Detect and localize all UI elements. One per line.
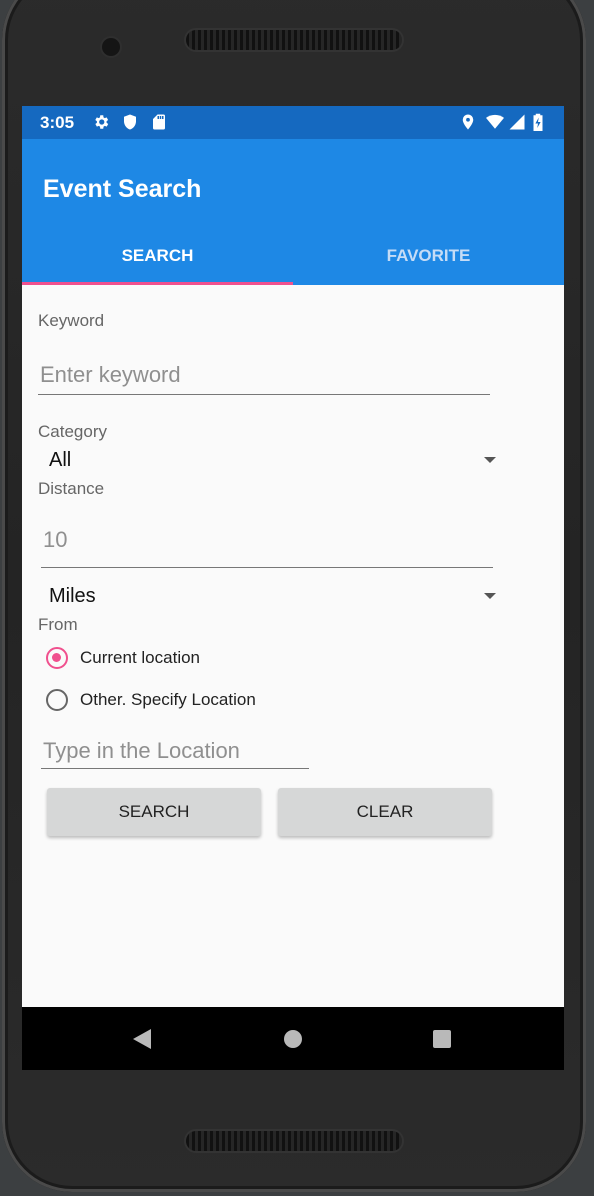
- keyword-label: Keyword: [38, 311, 105, 330]
- tab-favorite-label: FAVORITE: [386, 246, 471, 265]
- battery-charging-icon: [533, 113, 543, 131]
- category-value: All: [49, 449, 72, 471]
- settings-icon: [95, 115, 109, 129]
- app-title: Event Search: [43, 175, 202, 203]
- earpiece-speaker: [186, 30, 402, 50]
- app-bar: Event Search SEARCH FAVORITE: [22, 139, 564, 285]
- chevron-down-icon: [484, 457, 496, 463]
- distance-unit-spinner[interactable]: Miles: [38, 580, 498, 610]
- tab-favorite[interactable]: FAVORITE: [293, 243, 564, 285]
- radio-other-location-label: Other. Specify Location: [80, 690, 256, 709]
- radio-current-location[interactable]: Current location: [46, 647, 286, 677]
- status-bar: 3:05: [22, 106, 564, 139]
- tab-search[interactable]: SEARCH: [22, 243, 293, 285]
- distance-unit-value: Miles: [49, 585, 96, 607]
- chevron-down-icon: [484, 593, 496, 599]
- home-icon[interactable]: [284, 1030, 302, 1048]
- distance-input[interactable]: [41, 527, 493, 568]
- back-icon[interactable]: [133, 1029, 151, 1049]
- clear-button[interactable]: CLEAR: [278, 788, 492, 836]
- radio-current-location-label: Current location: [80, 648, 201, 667]
- distance-label: Distance: [38, 479, 105, 498]
- keyword-input[interactable]: [38, 362, 490, 395]
- cell-signal-icon: [509, 114, 525, 130]
- radio-button-unchecked[interactable]: [46, 689, 68, 711]
- wifi-icon: [486, 114, 504, 129]
- recent-apps-icon[interactable]: [433, 1030, 451, 1048]
- sd-card-icon: [153, 114, 165, 130]
- bottom-speaker: [186, 1131, 402, 1151]
- search-button[interactable]: SEARCH: [47, 788, 261, 836]
- navigation-bar: [22, 1007, 564, 1070]
- category-spinner[interactable]: All: [38, 444, 498, 474]
- shield-icon: [124, 114, 136, 130]
- radio-other-location[interactable]: Other. Specify Location: [46, 689, 306, 719]
- front-camera: [102, 38, 120, 56]
- radio-button-checked[interactable]: [46, 647, 68, 669]
- location-input[interactable]: [41, 738, 309, 769]
- location-icon: [462, 114, 474, 130]
- category-label: Category: [38, 422, 107, 441]
- tab-selected-indicator: [22, 282, 293, 285]
- device-screen: 3:05 Event Search SEARCH FAVORITE Keywor…: [22, 106, 564, 1070]
- status-time: 3:05: [40, 113, 75, 132]
- tab-search-label: SEARCH: [121, 246, 194, 265]
- from-label: From: [38, 615, 78, 634]
